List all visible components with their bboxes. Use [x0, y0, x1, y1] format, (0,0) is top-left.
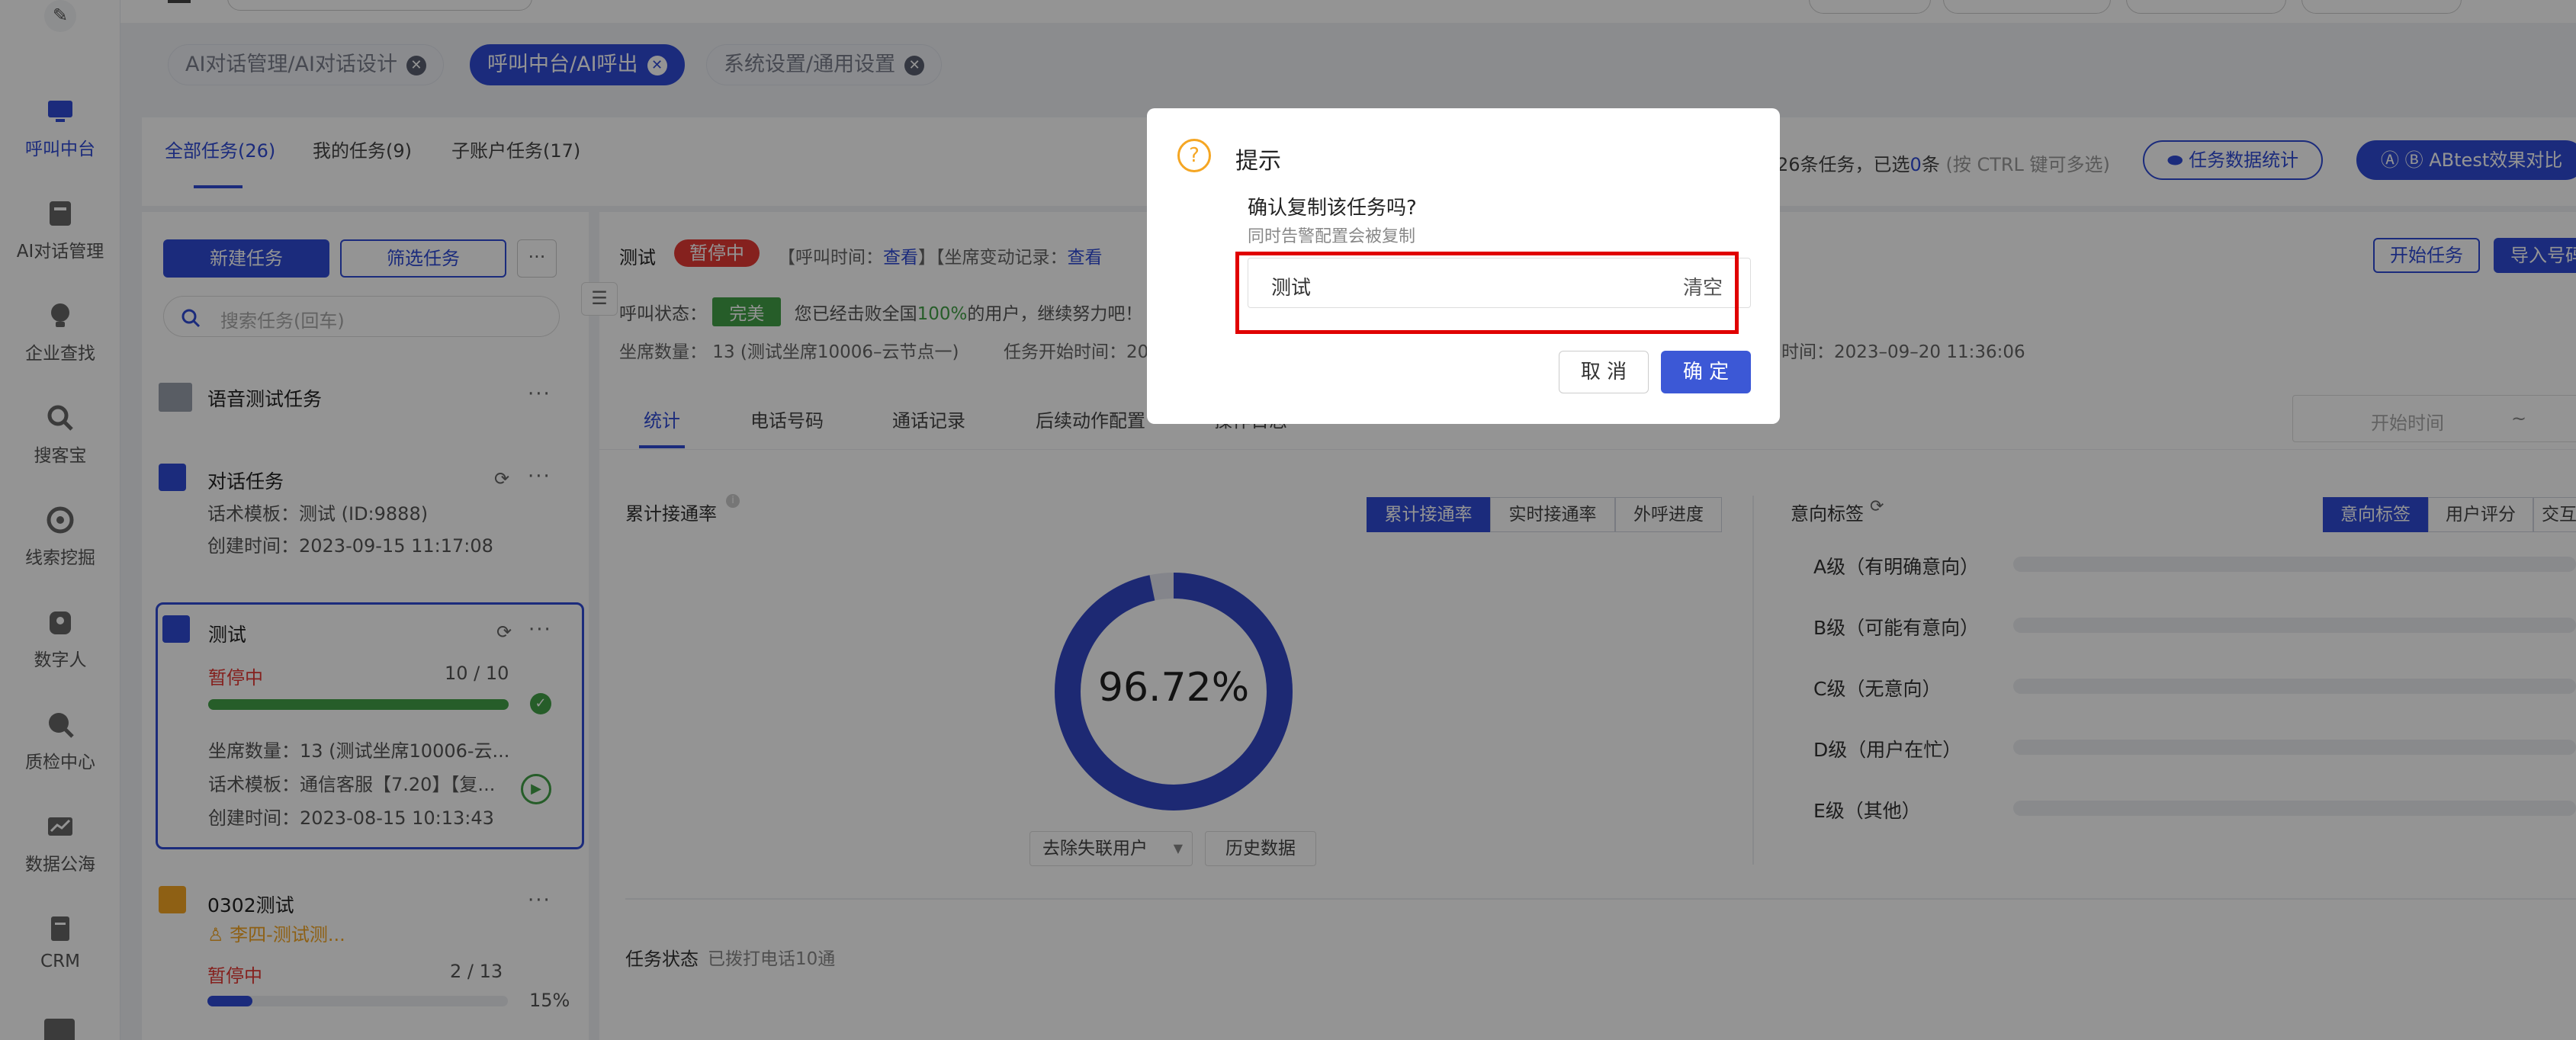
confirm-button[interactable]: 确 定 [1661, 351, 1751, 393]
cancel-button[interactable]: 取 消 [1559, 351, 1649, 393]
dialog-question: 确认复制该任务吗? [1248, 197, 1417, 220]
confirm-dialog: ? 提示 确认复制该任务吗? 同时告警配置会被复制 测试 清空 取 消 确 定 [1147, 108, 1780, 424]
input-highlight-box [1235, 252, 1739, 334]
dialog-note: 同时告警配置会被复制 [1248, 227, 1416, 246]
question-icon: ? [1177, 139, 1211, 172]
dialog-title: 提示 [1235, 148, 1281, 175]
